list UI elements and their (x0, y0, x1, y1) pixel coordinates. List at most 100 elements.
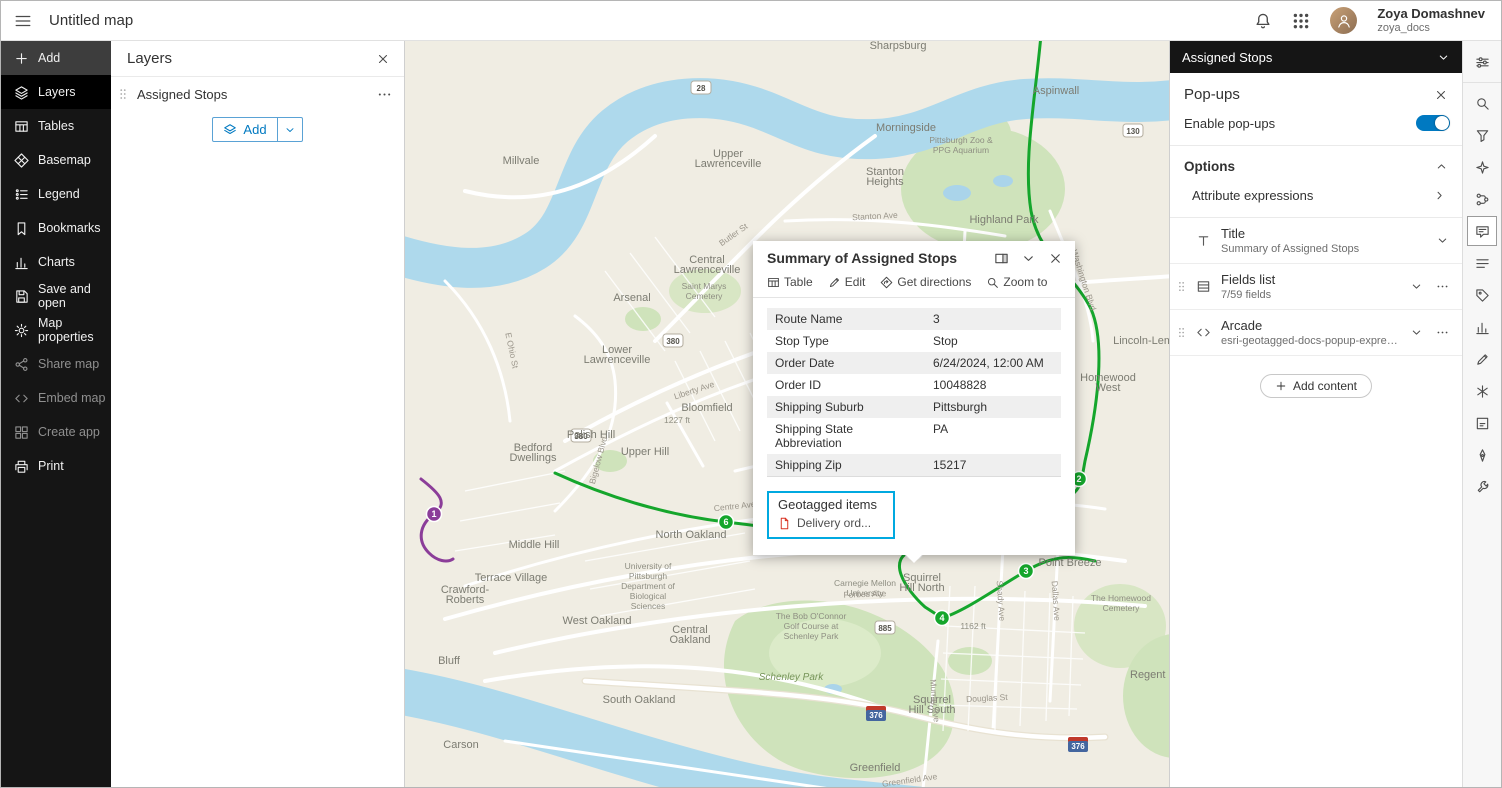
sidebar-item-label: Save and open (38, 282, 111, 310)
sidebar-item-add[interactable]: Add (1, 41, 111, 75)
hamburger-menu-icon[interactable] (1, 1, 45, 41)
svg-text:4: 4 (939, 613, 944, 623)
tool-utilities-icon[interactable] (1467, 472, 1497, 502)
sidebar-item-save-and-open[interactable]: Save and open (1, 279, 111, 313)
sidebar-item-legend[interactable]: Legend (1, 177, 111, 211)
chevron-down-icon[interactable] (1405, 326, 1428, 339)
popup-action-table[interactable]: Table (767, 275, 813, 289)
tool-charts-icon[interactable] (1467, 312, 1497, 342)
item-options-ellipsis-icon[interactable] (1431, 326, 1454, 339)
tool-filter-icon[interactable] (1467, 120, 1497, 150)
popup-content-item-arcade[interactable]: Arcadeesri-geotagged-docs-popup-expressi… (1170, 310, 1462, 356)
tool-forms-icon[interactable] (1467, 408, 1497, 438)
sidebar-item-layers[interactable]: Layers (1, 75, 111, 109)
stop-marker-6[interactable]: 6 (719, 515, 734, 530)
tool-fields-icon[interactable] (1467, 248, 1497, 278)
field-value: 3 (925, 308, 1061, 330)
app-launcher-grid-icon[interactable] (1292, 12, 1310, 30)
chevron-down-icon[interactable] (1405, 280, 1428, 293)
sidebar-item-print[interactable]: Print (1, 449, 111, 483)
popup-content-item-fields-list[interactable]: Fields list7/59 fields (1170, 264, 1462, 310)
add-content-button[interactable]: Add content (1260, 374, 1372, 398)
popups-panel-close-icon[interactable] (1434, 88, 1448, 102)
geotagged-item-link[interactable]: Delivery ord... (778, 516, 884, 530)
user-avatar[interactable] (1330, 7, 1357, 34)
popup-content-item-title[interactable]: TitleSummary of Assigned Stops (1170, 218, 1462, 264)
layers-panel-header: Layers (111, 41, 404, 77)
chevron-down-icon[interactable] (1431, 234, 1454, 247)
tool-pop-ups-icon[interactable] (1467, 216, 1497, 246)
road-label: Centre Ave (713, 499, 756, 513)
tool-properties-icon[interactable] (1467, 47, 1497, 77)
tool-sketch-icon[interactable] (1467, 344, 1497, 374)
field-label: Stop Type (767, 330, 925, 352)
drag-handle-icon[interactable] (1175, 280, 1189, 293)
map-label: BedfordDwellings (509, 442, 557, 464)
map-label: Bluff (438, 655, 461, 667)
stop-marker-3[interactable]: 3 (1019, 564, 1034, 579)
field-label: Shipping Zip (767, 454, 925, 476)
popup-action-zoom-to[interactable]: Zoom to (986, 275, 1047, 289)
save-icon (14, 289, 29, 304)
map-label: Highland Park (969, 214, 1039, 226)
options-section-header[interactable]: Options (1170, 146, 1462, 182)
basemap-icon (14, 153, 29, 168)
tool-effects-icon[interactable] (1467, 152, 1497, 182)
sidebar-item-bookmarks[interactable]: Bookmarks (1, 211, 111, 245)
user-info: Zoya Domashnev zoya_docs (1377, 6, 1485, 36)
chevron-up-icon (1435, 160, 1448, 173)
layers-panel-close-icon[interactable] (376, 52, 390, 66)
drag-handle-icon[interactable] (1175, 326, 1189, 339)
svg-text:376: 376 (1071, 742, 1085, 751)
stop-marker-4[interactable]: 4 (935, 611, 950, 626)
attribute-expressions-row[interactable]: Attribute expressions (1170, 182, 1462, 218)
road-label: Forbes Ave (843, 588, 886, 599)
layer-options-ellipsis-icon[interactable] (377, 87, 392, 102)
legend-icon (14, 187, 29, 202)
svg-text:376: 376 (869, 711, 883, 720)
enable-popups-toggle[interactable] (1416, 115, 1450, 131)
feature-popup: Summary of Assigned Stops TableEditGet d… (753, 241, 1075, 555)
sidebar-item-tables[interactable]: Tables (1, 109, 111, 143)
sidebar-item-map-properties[interactable]: Map properties (1, 313, 111, 347)
popup-dock-icon[interactable] (994, 251, 1009, 266)
popup-field-row: Order Date6/24/2024, 12:00 AM (767, 352, 1061, 374)
tool-analysis-icon[interactable] (1467, 376, 1497, 406)
map-label: Arsenal (613, 292, 650, 304)
layer-row-assigned-stops[interactable]: Assigned Stops (111, 77, 404, 111)
tool-annotate-icon[interactable] (1467, 440, 1497, 470)
popup-collapse-chevron-icon[interactable] (1021, 251, 1036, 266)
layer-context-header[interactable]: Assigned Stops (1170, 41, 1462, 73)
highway-shield: 376 (866, 706, 886, 721)
popup-action-get-directions[interactable]: Get directions (880, 275, 971, 289)
item-options-ellipsis-icon[interactable] (1431, 280, 1454, 293)
tool-labels-icon[interactable] (1467, 280, 1497, 310)
map-label: North Oakland (656, 529, 727, 541)
sidebar-item-basemap[interactable]: Basemap (1, 143, 111, 177)
field-label: Order Date (767, 352, 925, 374)
left-sidebar: Add Layers TablesBasemapLegendBookmarksCha… (1, 41, 111, 787)
tables-icon (767, 276, 780, 289)
popup-close-icon[interactable] (1048, 251, 1063, 266)
sidebar-item-label: Layers (38, 85, 76, 99)
map-label: Carson (443, 739, 478, 751)
map-canvas[interactable]: 28130380380885376376 SharpsburgAspinwall… (405, 41, 1171, 787)
pencil-icon (828, 276, 841, 289)
top-bar-right: Zoya Domashnev zoya_docs (1254, 6, 1501, 36)
popup-action-edit[interactable]: Edit (828, 275, 866, 289)
add-layer-dropdown-chevron-icon[interactable] (278, 118, 302, 141)
svg-text:6: 6 (723, 517, 728, 527)
notifications-bell-icon[interactable] (1254, 12, 1272, 30)
map-label: Aspinwall (1033, 85, 1079, 97)
map-viewer-app: { "colors": { "accent": "#0079c1", "sele… (0, 0, 1502, 788)
drag-handle-icon[interactable] (116, 87, 132, 101)
add-layer-button[interactable]: Add (213, 118, 277, 141)
stop-marker-1[interactable]: 1 (427, 507, 442, 522)
tool-item-details-icon[interactable] (1467, 88, 1497, 118)
tool-aggregation-icon[interactable] (1467, 184, 1497, 214)
sidebar-item-charts[interactable]: Charts (1, 245, 111, 279)
map-title: Untitled map (49, 12, 133, 29)
svg-text:130: 130 (1126, 127, 1140, 136)
field-value: Stop (925, 330, 1061, 352)
svg-text:3: 3 (1023, 566, 1028, 576)
